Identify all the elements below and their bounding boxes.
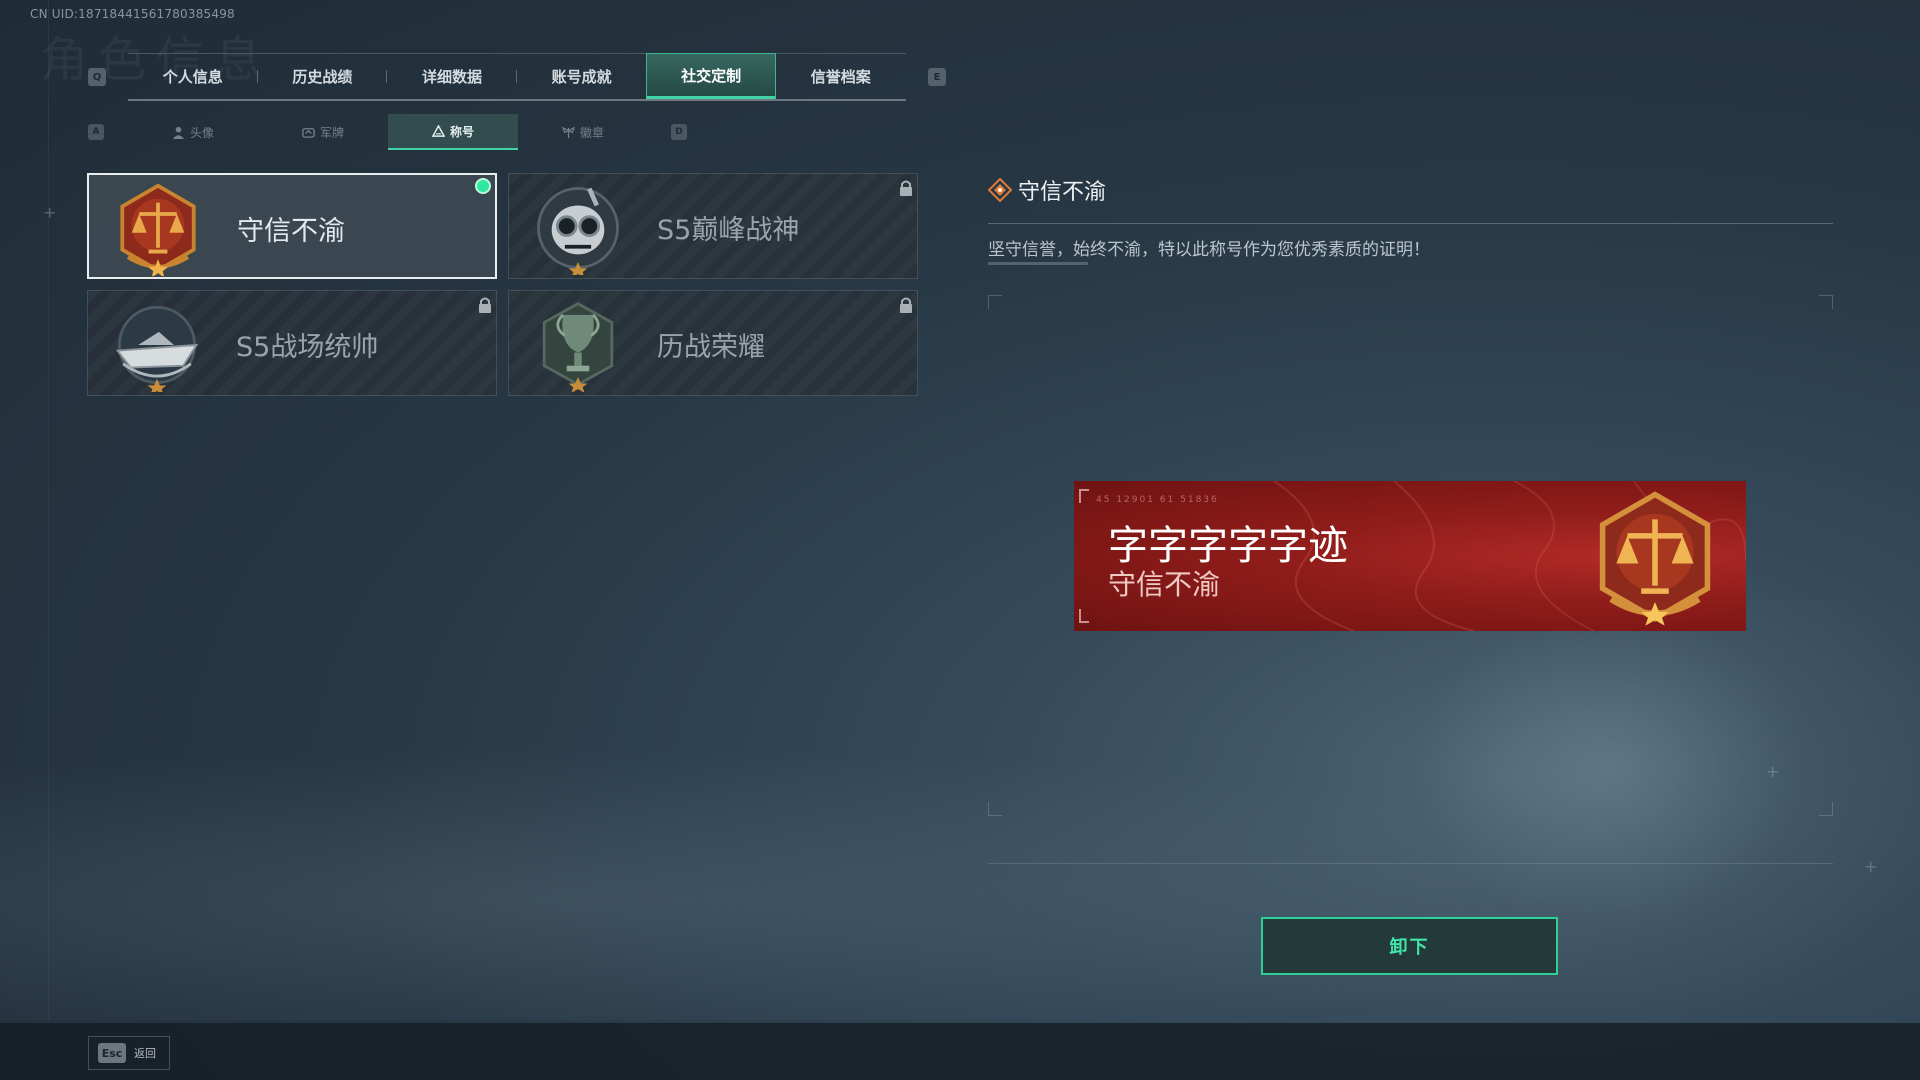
tab-achievements[interactable]: 账号成就 (517, 53, 647, 99)
tab-label: 详细数据 (421, 67, 482, 86)
banner-title: 守信不渝 (1108, 568, 1221, 601)
tab-reputation[interactable]: 信誉档案 (776, 53, 906, 99)
title-name: 历战荣耀 (657, 332, 765, 363)
tab-label: 社交定制 (681, 66, 742, 85)
frame-corner (988, 802, 1002, 816)
title-card-s5-commander[interactable]: S5战场统帅 (87, 290, 497, 396)
tab-detailed-stats[interactable]: 详细数据 (387, 53, 517, 99)
banner-corner (1079, 489, 1089, 503)
guide-line (48, 0, 49, 1020)
scales-badge-icon (120, 183, 196, 276)
frame-corner (988, 295, 1002, 309)
back-button[interactable]: Esc 返回 (88, 1036, 170, 1070)
tab-label: 账号成就 (551, 67, 612, 86)
detail-description: 坚守信誉，始终不渝，特以此称号作为您优秀素质的证明！ (988, 240, 1430, 260)
diamond-title-icon (988, 178, 1012, 202)
trophy-badge-icon (542, 302, 614, 392)
crosshair-decoration: + (1766, 762, 1780, 781)
subtab-label: 徽章 (579, 125, 604, 140)
esc-key-hint: Esc (98, 1043, 126, 1063)
bottom-bar (0, 1023, 1920, 1080)
subtab-title[interactable]: 称号 (388, 114, 518, 150)
banner-corner (1079, 609, 1089, 623)
subtab-label: 头像 (189, 125, 214, 140)
title-name: 守信不渝 (237, 216, 345, 247)
tab-match-history[interactable]: 历史战绩 (258, 53, 388, 99)
back-label: 返回 (134, 1047, 156, 1060)
equipped-indicator (475, 178, 491, 194)
dogtag-icon (302, 127, 315, 138)
crosshair-decoration: + (1864, 857, 1878, 876)
banner-code: 45 12901 61 51836 (1096, 495, 1219, 505)
wings-badge-icon (561, 126, 575, 138)
subtab-avatar[interactable]: 头像 (128, 114, 258, 150)
title-name: S5战场统帅 (236, 332, 379, 363)
skull-goggles-badge-icon (537, 187, 619, 275)
tab-personal-info[interactable]: 个人信息 (128, 53, 258, 99)
key-hint-prev-tab[interactable]: Q (88, 68, 106, 86)
title-preview-banner: 45 12901 61 51836 字字字字字迹 守信不渝 (1074, 481, 1746, 631)
decorative-bar (988, 262, 1088, 265)
divider (988, 863, 1833, 864)
triangle-title-icon (431, 124, 445, 137)
title-name: S5巅峰战神 (657, 215, 800, 246)
tab-social-custom[interactable]: 社交定制 (646, 53, 776, 99)
subtab-badge[interactable]: 徽章 (518, 114, 648, 150)
key-hint-next-tab[interactable]: E (928, 68, 946, 86)
frame-corner (1819, 802, 1833, 816)
crosshair-decoration: + (43, 203, 57, 222)
subtab-dogtag[interactable]: 军牌 (258, 114, 388, 150)
subtab-label: 军牌 (319, 125, 344, 140)
key-hint-prev-subtab[interactable]: A (88, 124, 104, 140)
title-card-shouxin[interactable]: 守信不渝 (87, 173, 497, 279)
lock-icon (479, 297, 491, 313)
sub-tabs: 头像 军牌 称号 徽章 (128, 114, 648, 150)
fog-background (0, 720, 1920, 1020)
tab-label: 个人信息 (162, 67, 223, 86)
person-icon (172, 126, 185, 139)
frame-corner (1819, 295, 1833, 309)
key-hint-next-subtab[interactable]: D (671, 124, 687, 140)
lock-icon (900, 180, 912, 196)
lock-icon (900, 297, 912, 313)
divider (988, 223, 1833, 224)
tab-label: 信誉档案 (810, 67, 871, 86)
uid-text: CN UID:18718441561780385498​ (30, 7, 235, 21)
speedboat-badge-icon (115, 305, 199, 392)
title-card-s5-peak[interactable]: S5巅峰战神 (508, 173, 918, 279)
unequip-button[interactable]: 卸下 (1261, 917, 1558, 975)
subtab-label: 称号 (449, 124, 474, 139)
detail-title: 守信不渝 (1018, 180, 1107, 205)
tab-label: 历史战绩 (292, 67, 353, 86)
scales-badge-icon (1599, 491, 1711, 626)
title-card-veteran-glory[interactable]: 历战荣耀 (508, 290, 918, 396)
main-tabs: 个人信息 历史战绩 详细数据 账号成就 社交定制 信誉档案 (128, 53, 906, 101)
